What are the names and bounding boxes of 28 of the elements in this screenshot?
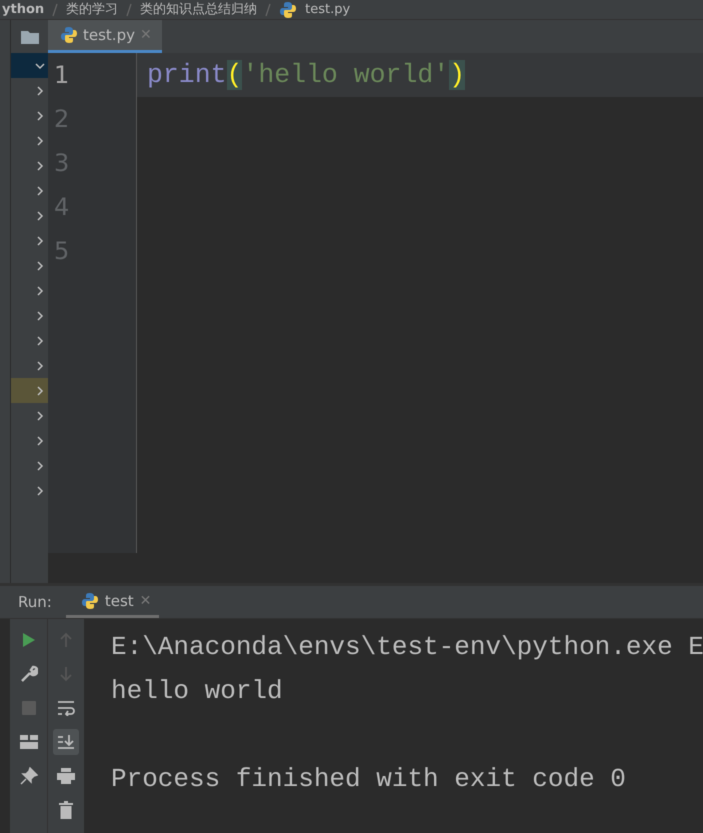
tree-row[interactable] [11, 378, 48, 403]
breadcrumb[interactable]: 类的知识点总结归纳 [140, 2, 258, 18]
python-file-icon [60, 26, 78, 44]
folder-icon[interactable] [20, 30, 38, 44]
scroll-to-end-icon[interactable] [57, 734, 75, 750]
run-icon[interactable] [22, 632, 36, 648]
separator-icon [52, 2, 58, 16]
python-file-icon [279, 0, 298, 18]
separator-icon [265, 2, 272, 16]
breadcrumb[interactable]: ython [2, 2, 44, 18]
python-icon [80, 592, 99, 610]
wrench-icon[interactable] [20, 665, 38, 683]
stop-icon[interactable] [22, 701, 36, 715]
trash-icon[interactable] [59, 801, 73, 819]
separator-icon [126, 2, 132, 16]
console-line: Process finished with exit code 0 [111, 763, 627, 796]
console-line: hello world [111, 675, 284, 708]
editor-tab[interactable]: test.py ✕ [48, 20, 162, 53]
soft-wrap-icon[interactable] [57, 700, 75, 716]
layout-icon[interactable] [20, 735, 38, 749]
pin-icon[interactable] [20, 767, 38, 785]
tree-row[interactable] [11, 53, 48, 78]
run-label: Run: [18, 593, 52, 611]
printer-icon[interactable] [57, 768, 75, 784]
console-line: E:\Anaconda\envs\test-env\python.exe E [111, 631, 703, 664]
breadcrumb[interactable]: 类的学习 [66, 2, 118, 18]
line-number: 1 [53, 60, 70, 91]
breadcrumb[interactable]: test.py [305, 2, 350, 18]
